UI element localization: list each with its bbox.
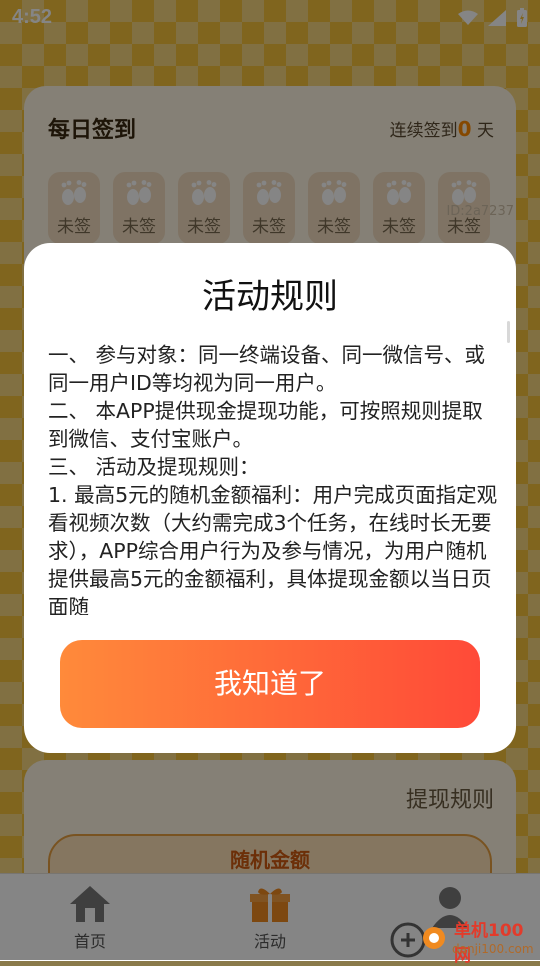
modal-scrollbar[interactable] bbox=[507, 321, 510, 343]
rule-paragraph: 二、 本APP提供现金提现功能，可按照规则提取到微信、支付宝账户。 bbox=[48, 399, 483, 451]
modal-title: 活动规则 bbox=[202, 277, 338, 317]
rule-paragraph: 三、 活动及提现规则： bbox=[48, 455, 260, 479]
watermark: 单机100网 danji100.com bbox=[388, 914, 540, 966]
rule-paragraph: 一、 参与对象：同一终端设备、同一微信号、或同一用户ID等均视为同一用户。 bbox=[48, 343, 486, 395]
modal-rules-text[interactable]: 一、 参与对象：同一终端设备、同一微信号、或同一用户ID等均视为同一用户。 二、… bbox=[48, 341, 500, 615]
watermark-title: 单机100网 bbox=[454, 921, 524, 966]
rules-modal: 活动规则 一、 参与对象：同一终端设备、同一微信号、或同一用户ID等均视为同一用… bbox=[24, 243, 516, 753]
got-it-button[interactable]: 我知道了 bbox=[60, 640, 480, 728]
rule-paragraph: 1. 最高5元的随机金额福利：用户完成页面指定观看视频次数（大约需完成3个任务，… bbox=[48, 483, 498, 615]
watermark-logo-icon bbox=[390, 922, 445, 958]
watermark-url: danji100.com bbox=[452, 942, 534, 956]
